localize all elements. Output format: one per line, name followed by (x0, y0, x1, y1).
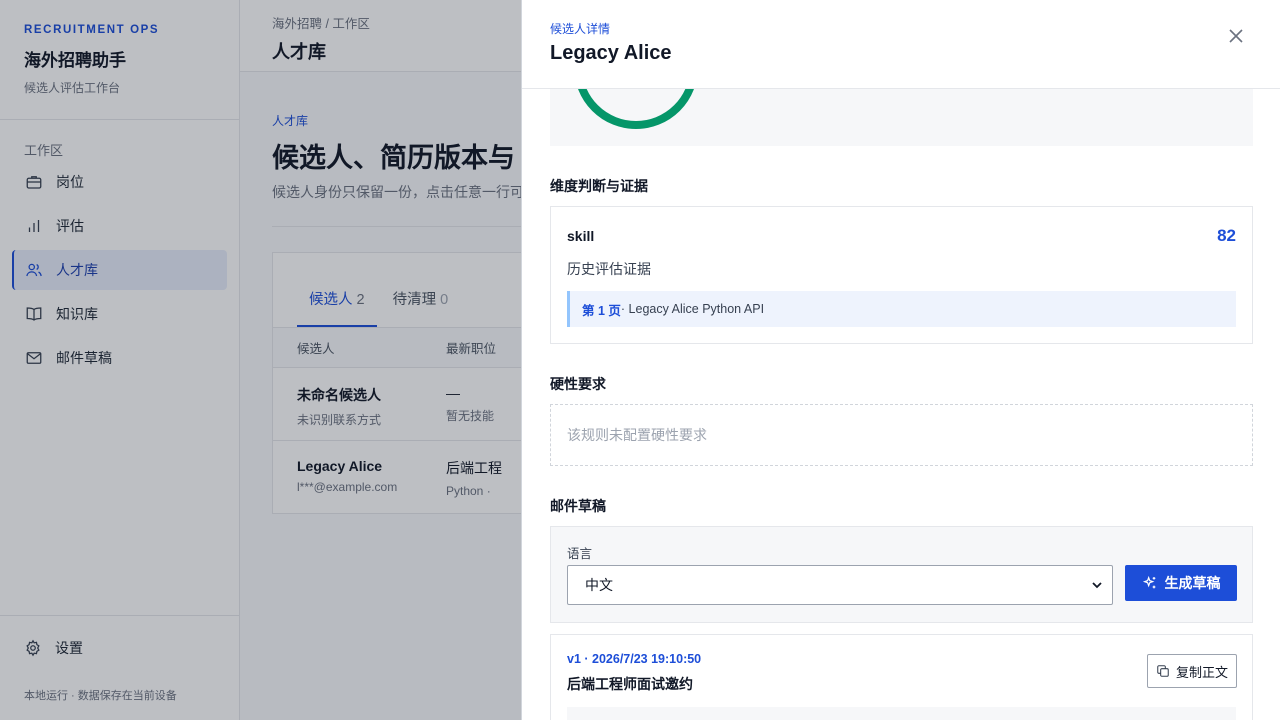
dimension-name: skill (567, 228, 595, 244)
evidence-text: · Legacy Alice Python API (620, 302, 765, 316)
drawer-title: Legacy Alice (550, 42, 672, 64)
score-ring (578, 89, 694, 129)
language-label: 语言 (567, 547, 593, 561)
language-value: 中文 (585, 577, 613, 593)
evidence-quote[interactable]: 第 1 页 · Legacy Alice Python API (567, 291, 1236, 327)
evidence-page: 第 1 页 (582, 303, 621, 318)
score-panel (550, 89, 1253, 146)
chevron-down-icon (1090, 578, 1104, 592)
close-button[interactable] (1223, 25, 1249, 51)
section-title-dimensions: 维度判断与证据 (550, 178, 648, 194)
copy-body-button[interactable]: 复制正文 (1147, 654, 1237, 688)
draft-body-preview (567, 707, 1236, 720)
section-title-mail-draft: 邮件草稿 (550, 498, 606, 514)
close-icon (1229, 28, 1243, 48)
drawer-eyebrow: 候选人详情 (550, 22, 611, 36)
language-select[interactable]: 中文 (567, 565, 1113, 605)
generate-draft-button[interactable]: 生成草稿 (1125, 565, 1237, 601)
dimension-description: 历史评估证据 (567, 261, 651, 277)
section-title-hard-requirements: 硬性要求 (550, 376, 606, 392)
dimension-card: skill 82 历史评估证据 第 1 页 · Legacy Alice Pyt… (550, 206, 1253, 344)
dimension-score: 82 (1217, 226, 1236, 245)
copy-icon (1156, 664, 1170, 678)
draft-title: 后端工程师面试邀约 (567, 676, 693, 692)
copy-body-label: 复制正文 (1175, 664, 1228, 680)
draft-version-meta: v1 · 2026/7/23 19:10:50 (567, 652, 702, 666)
hard-requirements-empty: 该规则未配置硬性要求 (550, 404, 1253, 466)
sparkle-icon (1142, 575, 1158, 591)
mail-draft-panel: 语言 中文 生成草稿 (550, 526, 1253, 623)
candidate-detail-drawer: 候选人详情 Legacy Alice 维度判断与证据 skill 82 历史评估… (521, 0, 1280, 720)
generate-draft-label: 生成草稿 (1164, 575, 1221, 591)
drawer-header: 候选人详情 Legacy Alice (522, 0, 1280, 89)
draft-card: v1 · 2026/7/23 19:10:50 后端工程师面试邀约 复制正文 (550, 634, 1253, 720)
